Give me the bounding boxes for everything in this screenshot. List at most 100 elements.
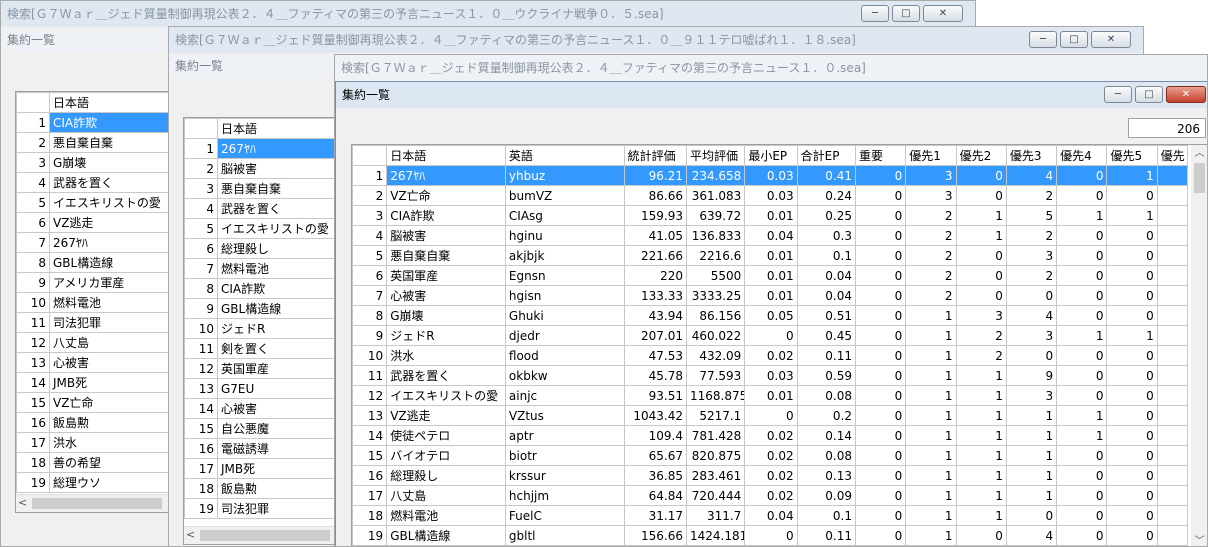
table-row[interactable]: 5 イエスキリストの愛 [184, 218, 344, 239]
scroll-left-icon[interactable]: < [186, 528, 195, 541]
table-cell[interactable]: 0 [1056, 365, 1108, 386]
table-cell[interactable]: VZ逃走 [49, 212, 176, 233]
table-cell[interactable]: 0.01 [744, 205, 798, 226]
table-cell[interactable]: 0.3 [796, 225, 856, 246]
table-cell[interactable] [1156, 265, 1189, 286]
table-row[interactable]: 3 G崩壊 [16, 152, 176, 173]
table-row[interactable]: 19 司法犯罪 [184, 498, 344, 519]
table-cell[interactable]: 0 [854, 425, 907, 446]
table-cell[interactable]: 220 [623, 265, 687, 286]
column-header[interactable]: 平均評価 [685, 145, 746, 166]
table-cell[interactable]: G7EU [217, 378, 344, 399]
table-cell[interactable]: 77.593 [685, 365, 746, 386]
table-row[interactable]: 16 飯島勲 [16, 412, 176, 433]
table-cell[interactable]: 0 [1106, 525, 1158, 546]
table-cell[interactable]: 1 [955, 505, 1007, 526]
table-cell[interactable]: 432.09 [685, 345, 746, 366]
table-cell[interactable]: 0.03 [744, 185, 798, 206]
column-header[interactable]: 統計評価 [623, 145, 687, 166]
table-cell[interactable]: 0 [854, 285, 907, 306]
table-cell[interactable]: aptr [504, 425, 625, 446]
row-number[interactable]: 11 [16, 312, 50, 333]
table-cell[interactable]: 0.08 [796, 445, 856, 466]
table-cell[interactable] [1156, 525, 1189, 546]
table-row[interactable]: 17 八丈島 hchjjm 64.84 720.444 0.02 0.09 0 1 1 1 0 0 [352, 485, 1189, 506]
table-cell[interactable] [1156, 245, 1189, 266]
table-cell[interactable]: 4 [1005, 165, 1058, 186]
row-number[interactable]: 9 [352, 325, 388, 346]
table-cell[interactable]: 0 [1056, 505, 1108, 526]
table-cell[interactable]: 0.02 [744, 485, 798, 506]
table-row[interactable]: 2 脳被害 [184, 158, 344, 179]
row-number[interactable]: 2 [184, 158, 218, 179]
row-number[interactable]: 6 [184, 238, 218, 259]
table-cell[interactable]: 0 [744, 405, 798, 426]
table-cell[interactable]: 1 [905, 305, 957, 326]
table-cell[interactable]: 2 [905, 245, 957, 266]
row-number[interactable]: 11 [352, 365, 388, 386]
table-cell[interactable]: 1 [905, 405, 957, 426]
table-cell[interactable]: 英国軍産 [217, 358, 344, 379]
column-header[interactable]: 日本語 [49, 92, 176, 113]
table-cell[interactable]: 八丈島 [49, 332, 176, 353]
table-row[interactable]: 12 英国軍産 [184, 358, 344, 379]
table-cell[interactable] [1156, 285, 1189, 306]
table-cell[interactable]: 0.11 [796, 525, 856, 546]
table-cell[interactable]: 0 [955, 265, 1007, 286]
table-cell[interactable]: 3333.25 [685, 285, 746, 306]
table-cell[interactable]: 267ﾔﾊ [49, 232, 176, 253]
table-cell[interactable]: djedr [504, 325, 625, 346]
table-cell[interactable]: 2 [1005, 225, 1058, 246]
table-cell[interactable]: 0 [1056, 285, 1108, 306]
table-cell[interactable]: 311.7 [685, 505, 746, 526]
column-header[interactable]: 重要 [854, 145, 907, 166]
table-cell[interactable]: 悪自棄自棄 [386, 245, 506, 266]
row-number[interactable]: 17 [352, 485, 388, 506]
vertical-scrollbar[interactable]: ︿ ﹀ [1191, 145, 1207, 546]
table-cell[interactable]: 司法犯罪 [49, 312, 176, 333]
table-cell[interactable]: 2 [1005, 185, 1058, 206]
table-cell[interactable]: 156.66 [623, 525, 687, 546]
table-cell[interactable]: 0 [1056, 305, 1108, 326]
row-number[interactable]: 18 [16, 452, 50, 473]
table-cell[interactable]: 0 [854, 525, 907, 546]
table-cell[interactable]: 悪自棄自棄 [49, 132, 176, 153]
table-row[interactable]: 5 イエスキリストの愛 [16, 192, 176, 213]
table-row[interactable]: 1 CIA詐欺 [16, 112, 176, 133]
row-number[interactable]: 10 [184, 318, 218, 339]
row-header-corner[interactable] [352, 145, 388, 166]
row-number[interactable]: 14 [184, 398, 218, 419]
table-cell[interactable]: 0 [854, 345, 907, 366]
row-number[interactable]: 19 [184, 498, 218, 519]
table-row[interactable]: 15 バイオテロ biotr 65.67 820.875 0.02 0.08 0 1 1 1 0 0 [352, 445, 1189, 466]
row-number[interactable]: 13 [16, 352, 50, 373]
table-cell[interactable]: 1 [955, 445, 1007, 466]
row-header-corner[interactable] [184, 118, 218, 139]
table-cell[interactable]: 820.875 [685, 445, 746, 466]
table-cell[interactable]: 0 [854, 265, 907, 286]
table-cell[interactable]: 脳被害 [217, 158, 344, 179]
table-cell[interactable]: 2 [905, 205, 957, 226]
table-row[interactable]: 13 G7EU [184, 378, 344, 399]
table-cell[interactable]: 0 [1106, 265, 1158, 286]
table-cell[interactable]: 0.01 [744, 245, 798, 266]
table-cell[interactable]: 234.658 [685, 165, 746, 186]
table-row[interactable]: 15 自公悪魔 [184, 418, 344, 439]
table-row[interactable]: 14 JMB死 [16, 372, 176, 393]
horizontal-scrollbar[interactable]: < [184, 526, 344, 544]
table-cell[interactable]: 0 [1056, 465, 1108, 486]
table-cell[interactable]: 脳被害 [386, 225, 506, 246]
table-cell[interactable]: 1 [1106, 325, 1158, 346]
table-row[interactable]: 13 心被害 [16, 352, 176, 373]
table-cell[interactable]: 0.04 [744, 505, 798, 526]
row-number[interactable]: 17 [184, 458, 218, 479]
table-cell[interactable]: biotr [504, 445, 625, 466]
table-cell[interactable]: G崩壊 [49, 152, 176, 173]
table-row[interactable]: 8 CIA詐欺 [184, 278, 344, 299]
table-cell[interactable]: 洪水 [49, 432, 176, 453]
row-number[interactable]: 6 [16, 212, 50, 233]
table-cell[interactable]: 0 [1056, 265, 1108, 286]
row-number[interactable]: 15 [16, 392, 50, 413]
table-cell[interactable]: 電磁誘導 [217, 438, 344, 459]
table-cell[interactable]: yhbuz [504, 165, 625, 186]
